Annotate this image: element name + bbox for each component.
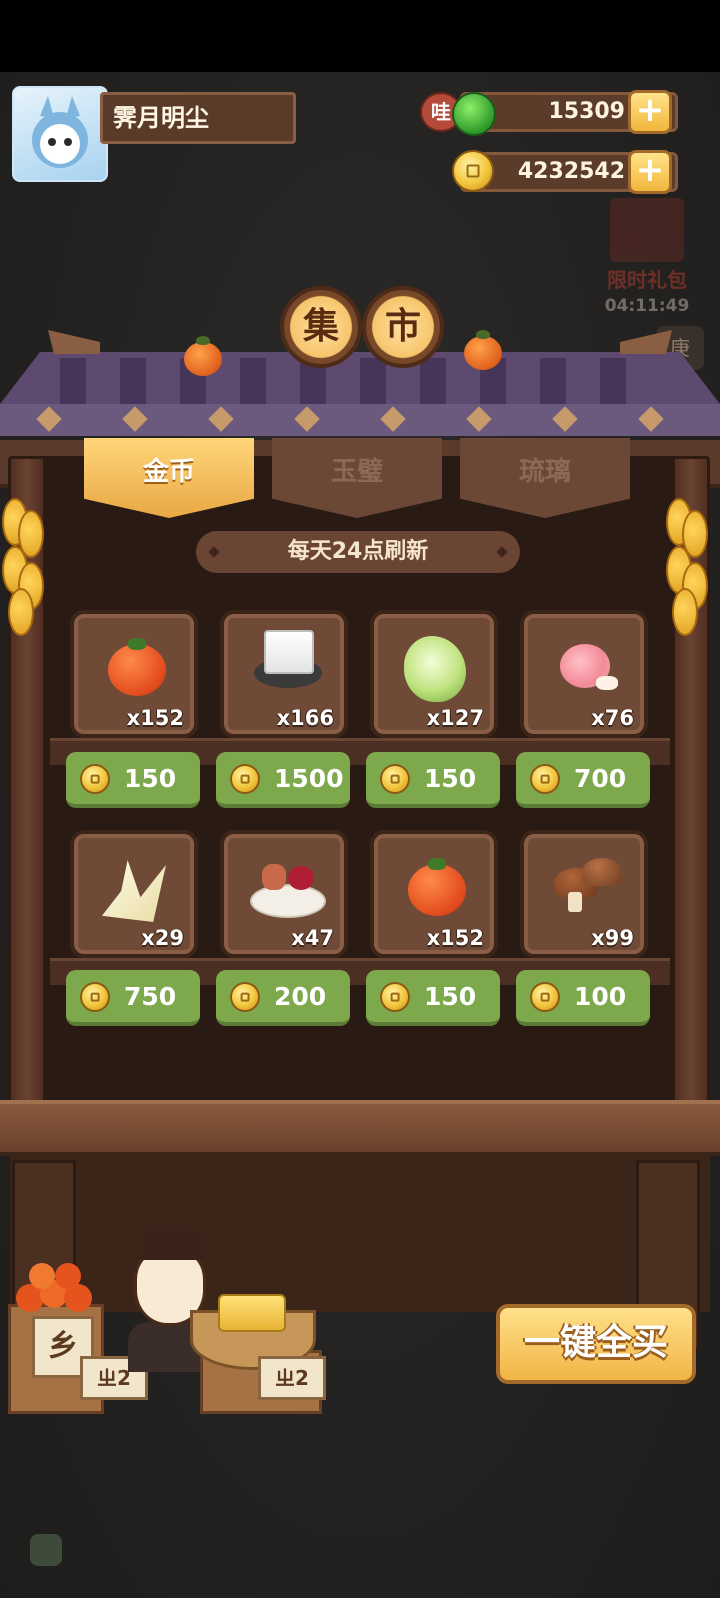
- item-slot[interactable]: x99: [520, 830, 648, 958]
- price-value: 1500: [274, 764, 344, 793]
- item-qty: x47: [291, 926, 334, 950]
- item-qty: x29: [141, 926, 184, 950]
- title-medal-2: 市: [362, 286, 444, 368]
- add-jade-button[interactable]: +: [628, 90, 672, 134]
- buy-price-button[interactable]: 700: [516, 752, 650, 808]
- coin-icon: [230, 764, 260, 794]
- item-qty: x127: [426, 706, 484, 730]
- price-value: 750: [124, 982, 177, 1011]
- price-tag-right: ㄓ2: [258, 1356, 326, 1400]
- buy-price-button[interactable]: 150: [366, 752, 500, 808]
- item-slot[interactable]: x127: [370, 610, 498, 738]
- persimmon-icon: [408, 858, 466, 916]
- corner-toggle-button[interactable]: [30, 1534, 62, 1566]
- limited-gift-pack[interactable]: 限时礼包 04:11:49: [592, 198, 702, 322]
- price-value: 150: [124, 764, 177, 793]
- player-name: 霁月明尘: [100, 92, 296, 144]
- coin-icon: [80, 764, 110, 794]
- corn-hanging-left-icon: [0, 488, 44, 638]
- meat-leg-icon: [560, 644, 618, 690]
- item-qty: x152: [426, 926, 484, 950]
- market-roof: [0, 330, 720, 436]
- price-value: 150: [424, 982, 477, 1011]
- price-value: 200: [274, 982, 327, 1011]
- price-value: 150: [424, 764, 477, 793]
- coin-icon: [380, 764, 410, 794]
- coin-amount: 4232542: [517, 159, 625, 184]
- gift-label: 限时礼包: [607, 268, 687, 292]
- merchant-hat-icon: [138, 1228, 202, 1260]
- status-bar: [0, 0, 720, 72]
- counter-body: [10, 1152, 710, 1312]
- price-value: 100: [574, 982, 627, 1011]
- buy-price-button[interactable]: 750: [66, 970, 200, 1026]
- cabbage-icon: [404, 636, 466, 702]
- item-slot[interactable]: x29: [70, 830, 198, 958]
- gift-box-icon: [610, 198, 684, 262]
- meat-platter-icon: [250, 864, 326, 918]
- jade-icon: [452, 92, 496, 136]
- mushroom-icon: [582, 858, 622, 886]
- coin-icon: [452, 150, 494, 192]
- price-value: 700: [574, 764, 627, 793]
- jade-amount: 15309: [548, 99, 625, 124]
- coin-icon: [530, 764, 560, 794]
- roof-persimmon-icon: [464, 330, 502, 370]
- bamboo-shoot-icon: [102, 860, 166, 922]
- buy-price-button[interactable]: 150: [66, 752, 200, 808]
- gift-timer: 04:11:49: [604, 296, 690, 316]
- tofu-icon: [254, 630, 322, 688]
- item-qty: x99: [591, 926, 634, 950]
- item-qty: x166: [276, 706, 334, 730]
- buy-price-button[interactable]: 200: [216, 970, 350, 1026]
- item-qty: x152: [126, 706, 184, 730]
- item-slot[interactable]: x152: [370, 830, 498, 958]
- corn-hanging-right-icon: [664, 488, 708, 638]
- persimmon-icon: [108, 638, 166, 696]
- coin-icon: [80, 982, 110, 1012]
- coin-icon: [530, 982, 560, 1012]
- roof-persimmon-icon: [184, 336, 222, 376]
- add-coins-button[interactable]: +: [628, 150, 672, 194]
- coin-icon: [380, 982, 410, 1012]
- item-qty: x76: [591, 706, 634, 730]
- buy-price-button[interactable]: 100: [516, 970, 650, 1026]
- gold-ingot-icon: [218, 1294, 286, 1332]
- stall-counter: [0, 1100, 720, 1156]
- item-slot[interactable]: x47: [220, 830, 348, 958]
- coin-icon: [230, 982, 260, 1012]
- buy-price-button[interactable]: 1500: [216, 752, 350, 808]
- item-slot[interactable]: x76: [520, 610, 648, 738]
- buy-price-button[interactable]: 150: [366, 970, 500, 1026]
- buy-all-button[interactable]: 一键全买: [496, 1304, 696, 1384]
- avatar-character-icon: [32, 96, 88, 168]
- item-slot[interactable]: x152: [70, 610, 198, 738]
- item-slot[interactable]: x166: [220, 610, 348, 738]
- title-medal-1: 集: [280, 286, 362, 368]
- player-avatar[interactable]: [12, 86, 108, 182]
- persimmon-pile-icon: [16, 1263, 92, 1312]
- refresh-notice: 每天24点刷新: [196, 531, 520, 573]
